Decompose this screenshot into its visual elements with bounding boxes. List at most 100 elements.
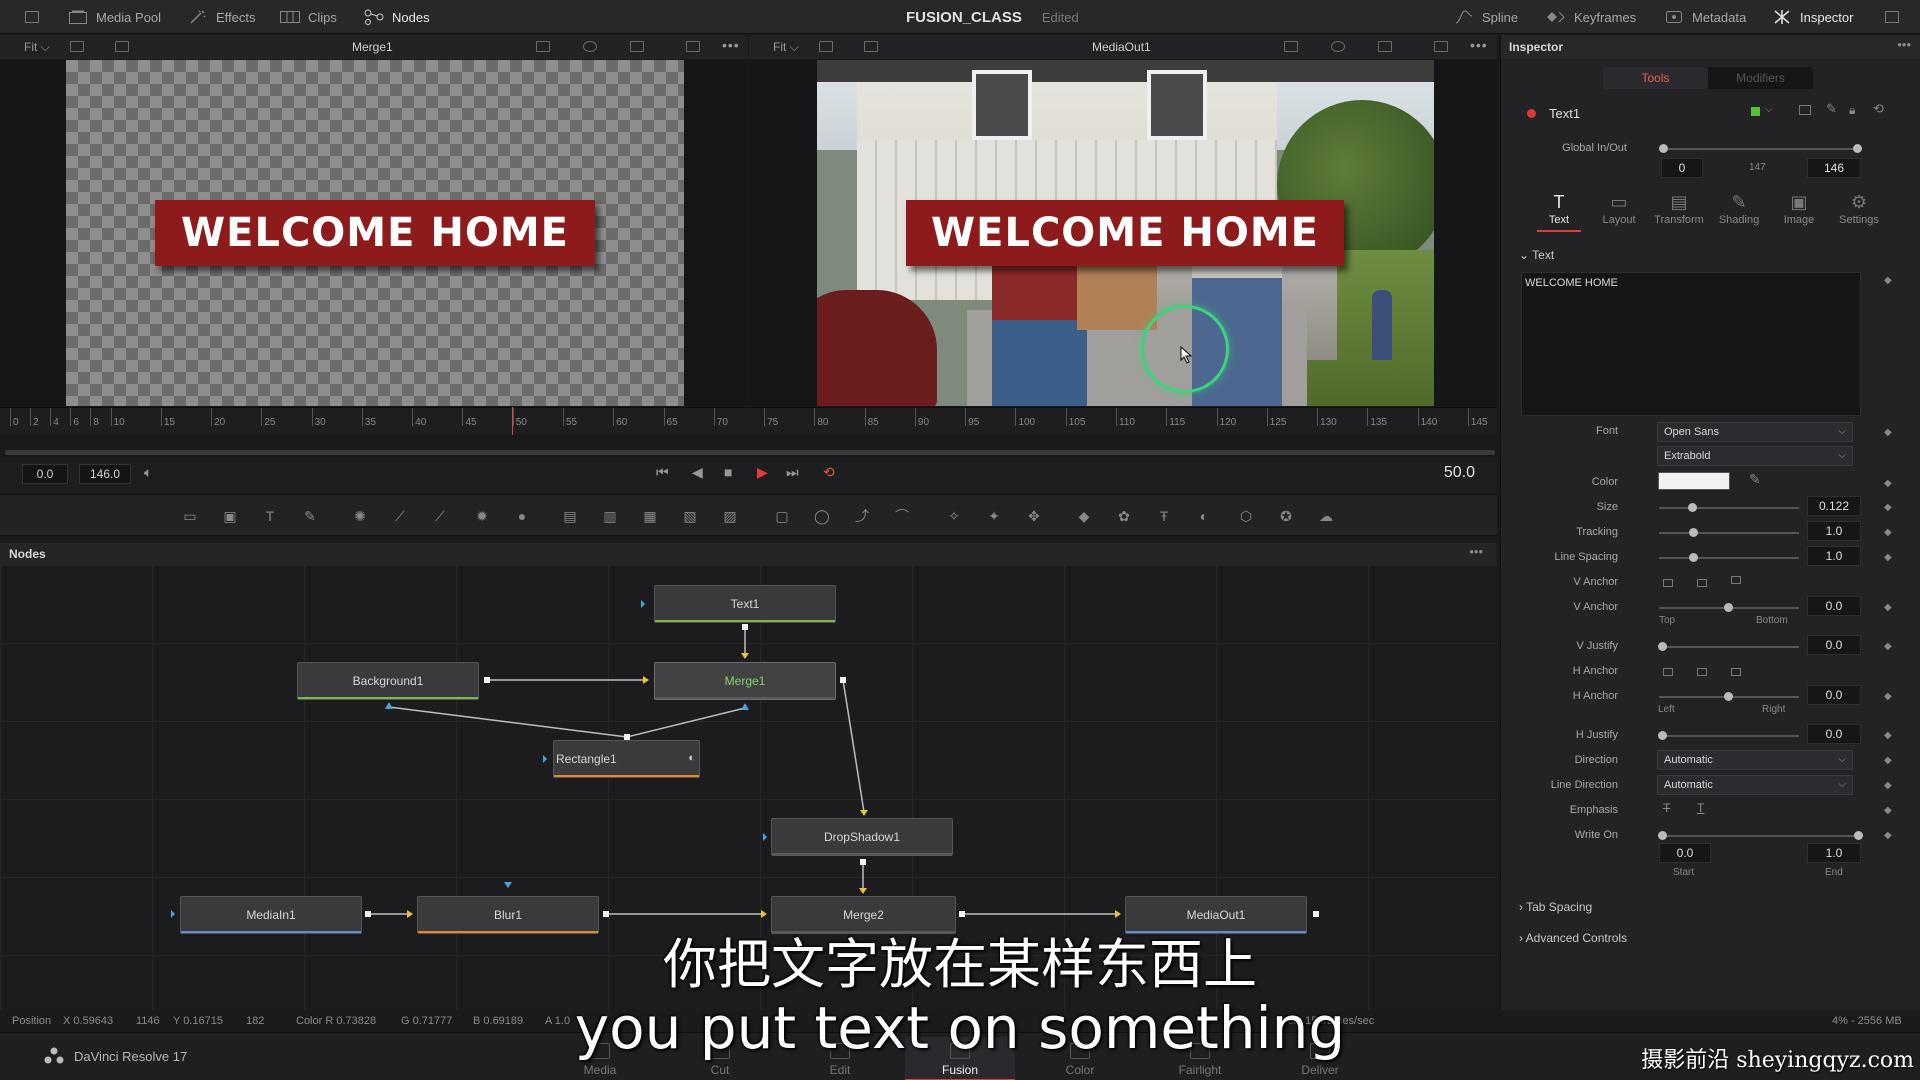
reset-icon[interactable]: ⟲ bbox=[1873, 101, 1884, 117]
node-dropshadow1[interactable]: DropShadow1 bbox=[771, 818, 953, 856]
font-dropdown[interactable]: Open Sans ⌵ bbox=[1657, 422, 1853, 442]
subtab-text[interactable]: T Text bbox=[1529, 192, 1589, 232]
h-anchor-keyframe-icon[interactable]: ◆ bbox=[1884, 691, 1892, 702]
v-justify-label: V Justify bbox=[1576, 640, 1618, 652]
tool-enable-toggle[interactable] bbox=[1527, 109, 1536, 118]
v-justify-field[interactable]: 0.0 bbox=[1807, 635, 1861, 655]
h-anchor-left-icon[interactable] bbox=[1663, 668, 1673, 676]
write-on-slider[interactable] bbox=[1659, 835, 1859, 837]
node-dropshadow1-label: DropShadow1 bbox=[823, 830, 901, 844]
tracking-slider-knob[interactable] bbox=[1689, 528, 1698, 537]
styled-text-input[interactable]: WELCOME HOME bbox=[1521, 272, 1861, 416]
font-style-dropdown[interactable]: Extrabold ⌵ bbox=[1657, 446, 1853, 466]
v-anchor-slider-knob[interactable] bbox=[1724, 603, 1733, 612]
node-connections bbox=[171, 600, 1319, 918]
keyframes-button[interactable]: Keyframes bbox=[1546, 0, 1636, 34]
text-section-header[interactable]: ⌄ Text bbox=[1519, 248, 1554, 262]
line-spacing-field[interactable]: 1.0 bbox=[1807, 546, 1861, 566]
subtab-transform[interactable]: ▤ Transform bbox=[1649, 192, 1709, 226]
line-spacing-slider-knob[interactable] bbox=[1689, 553, 1698, 562]
node-merge1[interactable]: Merge1 bbox=[654, 662, 836, 700]
subtab-layout[interactable]: ▭ Layout bbox=[1589, 192, 1649, 226]
node-text1[interactable]: Text1 bbox=[654, 585, 836, 623]
h-anchor-right-icon[interactable] bbox=[1731, 668, 1741, 676]
line-spacing-keyframe-icon[interactable]: ◆ bbox=[1884, 552, 1892, 563]
tab-tools[interactable]: Tools bbox=[1603, 67, 1708, 89]
write-on-start-handle[interactable] bbox=[1658, 831, 1667, 840]
pin-icon[interactable]: ✎ bbox=[1826, 101, 1837, 117]
subtab-settings[interactable]: ⚙ Settings bbox=[1829, 192, 1889, 226]
tracking-field[interactable]: 1.0 bbox=[1807, 521, 1861, 541]
eyedropper-icon[interactable]: ✎ bbox=[1749, 471, 1761, 488]
subtab-image[interactable]: ▣ Image bbox=[1769, 192, 1829, 226]
lock-icon[interactable]: 🔒︎ bbox=[1849, 103, 1855, 118]
write-on-keyframe-icon[interactable]: ◆ bbox=[1884, 830, 1892, 841]
v-anchor-center-icon[interactable] bbox=[1697, 579, 1707, 587]
inspector-button[interactable]: Inspector bbox=[1772, 0, 1853, 34]
direction-dropdown[interactable]: Automatic ⌵ bbox=[1657, 750, 1853, 770]
inspector-label: Inspector bbox=[1800, 9, 1854, 25]
h-anchor-slider-knob[interactable] bbox=[1724, 692, 1733, 701]
global-in-field[interactable]: 0 bbox=[1661, 158, 1703, 178]
inspector-panel: Inspector ••• Tools Modifiers Text1 ⌵ ✎ … bbox=[1500, 35, 1920, 1010]
emphasis-keyframe-icon[interactable]: ◆ bbox=[1884, 805, 1892, 816]
node-rectangle1[interactable]: Rectangle1 ◐ bbox=[553, 740, 700, 778]
fullscreen-button[interactable] bbox=[1882, 0, 1902, 34]
line-direction-keyframe-icon[interactable]: ◆ bbox=[1884, 780, 1892, 791]
tracking-keyframe-icon[interactable]: ◆ bbox=[1884, 527, 1892, 538]
h-justify-field[interactable]: 0.0 bbox=[1807, 724, 1861, 744]
node-background1-label: Background1 bbox=[352, 674, 424, 688]
tool-color-chip[interactable] bbox=[1751, 107, 1760, 116]
direction-keyframe-icon[interactable]: ◆ bbox=[1884, 755, 1892, 766]
global-out-handle[interactable] bbox=[1853, 144, 1862, 153]
v-anchor-bottom-icon[interactable] bbox=[1731, 576, 1741, 584]
v-anchor-keyframe-icon[interactable]: ◆ bbox=[1884, 602, 1892, 613]
v-anchor-field[interactable]: 0.0 bbox=[1807, 596, 1861, 616]
write-on-start-field[interactable]: 0.0 bbox=[1659, 843, 1711, 863]
inspector-more-icon[interactable]: ••• bbox=[1897, 37, 1911, 52]
font-keyframe-icon[interactable]: ◆ bbox=[1884, 427, 1892, 438]
v-justify-slider-knob[interactable] bbox=[1658, 642, 1667, 651]
v-anchor-mode-label: V Anchor bbox=[1573, 576, 1618, 588]
size-field[interactable]: 0.122 bbox=[1807, 496, 1861, 516]
line-direction-dropdown[interactable]: Automatic ⌵ bbox=[1657, 775, 1853, 795]
global-out-field[interactable]: 146 bbox=[1807, 158, 1861, 178]
size-slider[interactable] bbox=[1659, 507, 1799, 509]
global-inout-slider[interactable] bbox=[1664, 148, 1858, 150]
subtab-shading[interactable]: ✎ Shading bbox=[1709, 192, 1769, 226]
node-background1[interactable]: Background1 bbox=[297, 662, 479, 700]
node-rectangle1-label: Rectangle1 bbox=[556, 752, 617, 766]
h-anchor-field[interactable]: 0.0 bbox=[1807, 685, 1861, 705]
tool-version-icon[interactable] bbox=[1799, 105, 1811, 115]
h-justify-slider[interactable] bbox=[1659, 735, 1799, 737]
line-spacing-slider[interactable] bbox=[1659, 557, 1799, 559]
color-label: Color bbox=[1591, 476, 1618, 488]
v-justify-keyframe-icon[interactable]: ◆ bbox=[1884, 641, 1892, 652]
color-keyframe-icon[interactable]: ◆ bbox=[1884, 478, 1892, 489]
global-in-handle[interactable] bbox=[1659, 144, 1668, 153]
tool-color-dropdown-icon[interactable]: ⌵ bbox=[1765, 104, 1773, 115]
h-justify-keyframe-icon[interactable]: ◆ bbox=[1884, 730, 1892, 741]
size-keyframe-icon[interactable]: ◆ bbox=[1884, 502, 1892, 513]
node-text1-label: Text1 bbox=[730, 597, 760, 611]
text-color-swatch[interactable] bbox=[1658, 472, 1730, 490]
metadata-button[interactable]: Metadata bbox=[1664, 0, 1746, 34]
v-anchor-top-label: Top bbox=[1659, 615, 1676, 626]
underline-icon[interactable]: T bbox=[1697, 801, 1704, 815]
v-anchor-label: V Anchor bbox=[1573, 601, 1618, 613]
strikeout-icon[interactable]: T bbox=[1663, 801, 1670, 815]
tab-spacing-section[interactable]: › Tab Spacing bbox=[1519, 900, 1592, 914]
write-on-end-field[interactable]: 1.0 bbox=[1807, 843, 1861, 863]
v-anchor-top-icon[interactable] bbox=[1663, 579, 1673, 587]
h-justify-slider-knob[interactable] bbox=[1658, 731, 1667, 740]
tracking-slider[interactable] bbox=[1659, 532, 1799, 534]
tab-modifiers[interactable]: Modifiers bbox=[1708, 67, 1813, 89]
keyframes-icon bbox=[1546, 9, 1566, 25]
size-slider-knob[interactable] bbox=[1688, 503, 1697, 512]
styled-text-keyframe-icon[interactable]: ◆ bbox=[1884, 275, 1892, 286]
write-on-end-handle[interactable] bbox=[1854, 831, 1863, 840]
write-on-start-label: Start bbox=[1673, 867, 1695, 878]
h-anchor-center-icon[interactable] bbox=[1697, 668, 1707, 676]
keyframes-label: Keyframes bbox=[1574, 9, 1637, 25]
v-justify-slider[interactable] bbox=[1659, 646, 1799, 648]
